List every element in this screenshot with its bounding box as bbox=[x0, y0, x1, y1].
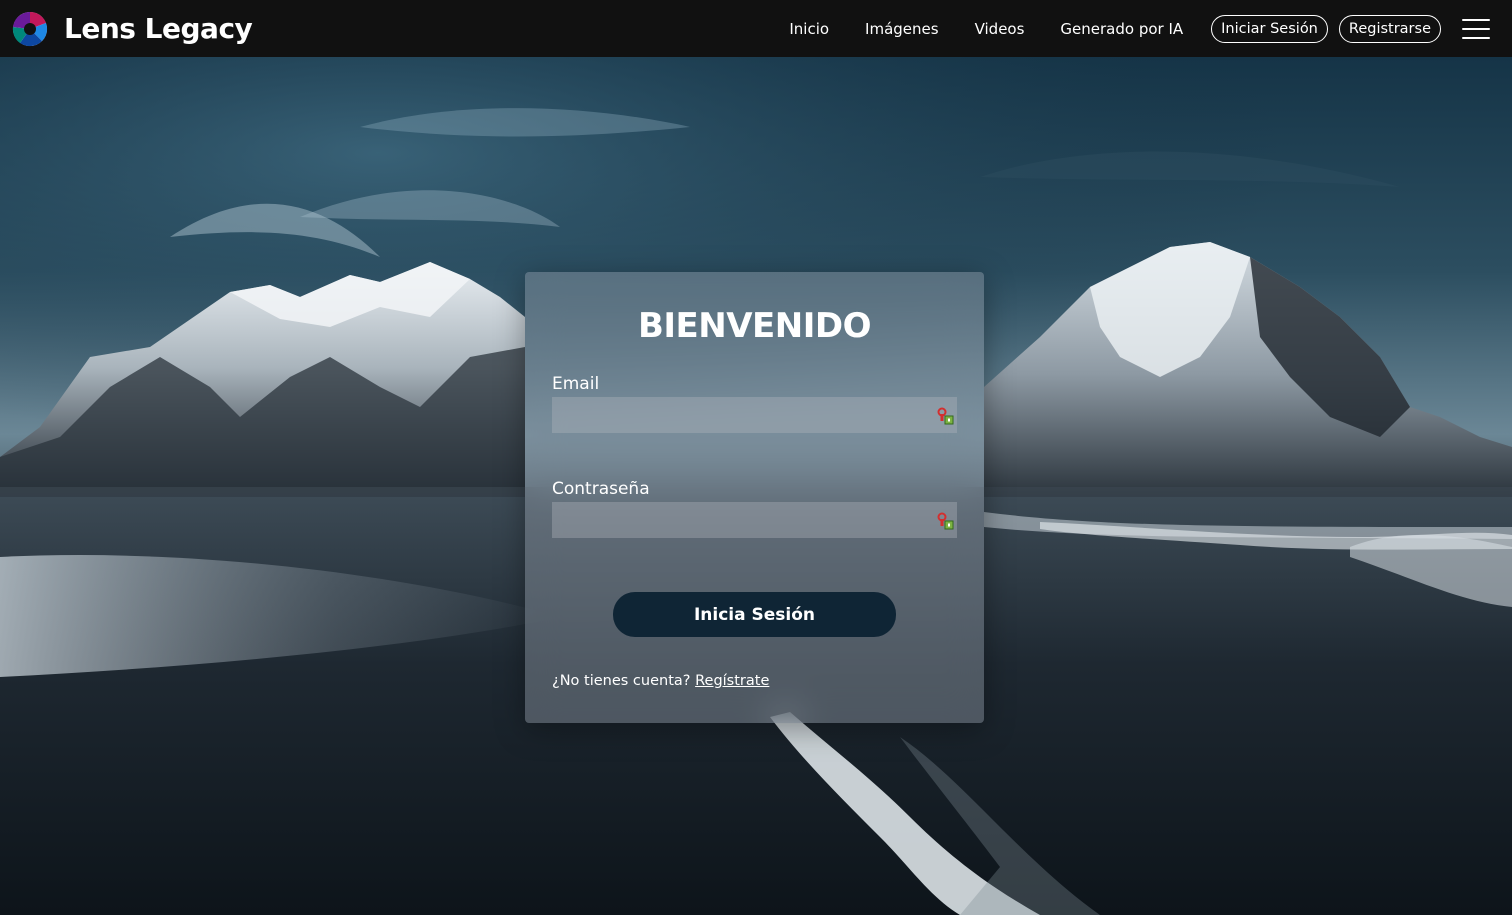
signup-prompt: ¿No tienes cuenta? Regístrate bbox=[552, 673, 957, 689]
login-card: BIENVENIDO Email Contraseña Inicia Sesió… bbox=[525, 272, 984, 723]
no-account-text: ¿No tienes cuenta? bbox=[552, 673, 691, 689]
hamburger-menu-icon[interactable] bbox=[1462, 18, 1490, 39]
login-nav-button[interactable]: Iniciar Sesión bbox=[1211, 14, 1328, 43]
nav-link-imagenes[interactable]: Imágenes bbox=[865, 20, 939, 38]
nav-link-videos[interactable]: Videos bbox=[975, 20, 1025, 38]
brand-name: Lens Legacy bbox=[64, 12, 253, 45]
password-field[interactable] bbox=[552, 502, 957, 538]
main-nav: Inicio Imágenes Videos Generado por IA I… bbox=[789, 14, 1500, 43]
password-manager-key-icon[interactable] bbox=[937, 407, 955, 425]
top-navbar: Lens Legacy Inicio Imágenes Videos Gener… bbox=[0, 0, 1512, 57]
register-link[interactable]: Regístrate bbox=[695, 673, 769, 689]
password-label: Contraseña bbox=[552, 479, 650, 499]
email-label: Email bbox=[552, 374, 600, 394]
brand[interactable]: Lens Legacy bbox=[12, 11, 253, 47]
nav-link-inicio[interactable]: Inicio bbox=[789, 20, 829, 38]
login-submit-button[interactable]: Inicia Sesión bbox=[613, 592, 896, 637]
email-field[interactable] bbox=[552, 397, 957, 433]
email-field-wrapper bbox=[552, 397, 957, 433]
register-nav-button[interactable]: Registrarse bbox=[1338, 14, 1441, 43]
password-field-wrapper bbox=[552, 502, 957, 538]
nav-link-generado-por-ia[interactable]: Generado por IA bbox=[1060, 20, 1183, 38]
password-manager-key-icon[interactable] bbox=[937, 512, 955, 530]
camera-aperture-logo bbox=[12, 11, 48, 46]
login-title: BIENVENIDO bbox=[637, 306, 872, 346]
